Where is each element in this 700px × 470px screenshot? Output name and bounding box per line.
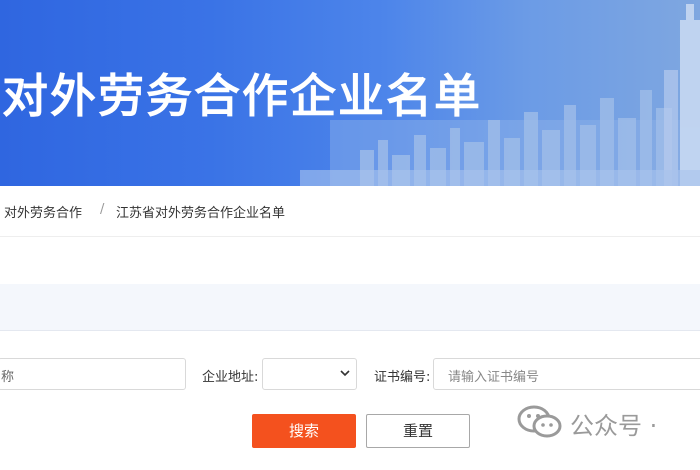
company-address-label: 企业地址: (202, 370, 259, 385)
breadcrumb: 对外劳务合作 / 江苏省对外劳务合作企业名单 (0, 186, 700, 237)
certificate-number-label: 证书编号: (374, 370, 431, 385)
breadcrumb-separator: / (100, 202, 105, 217)
header-banner: 对外劳务合作企业名单 (0, 0, 700, 186)
company-address-select[interactable] (262, 358, 357, 390)
reset-button[interactable]: 重置 (366, 414, 470, 448)
company-name-input-text: 称 (1, 370, 15, 385)
section-band (0, 284, 700, 331)
breadcrumb-item-labor-cooperation[interactable]: 对外劳务合作 (4, 202, 82, 221)
company-name-input[interactable]: 称 (0, 358, 186, 390)
wechat-icon (517, 405, 562, 438)
watermark-text: 公众号 · (570, 412, 658, 440)
certificate-number-input[interactable]: 请输入证书编号 (433, 358, 700, 390)
breadcrumb-item-current: 江苏省对外劳务合作企业名单 (116, 206, 286, 221)
search-button[interactable]: 搜索 (252, 414, 356, 448)
chevron-down-icon (340, 370, 350, 377)
page-title: 对外劳务合作企业名单 (2, 69, 482, 123)
certificate-number-placeholder: 请输入证书编号 (448, 370, 540, 385)
